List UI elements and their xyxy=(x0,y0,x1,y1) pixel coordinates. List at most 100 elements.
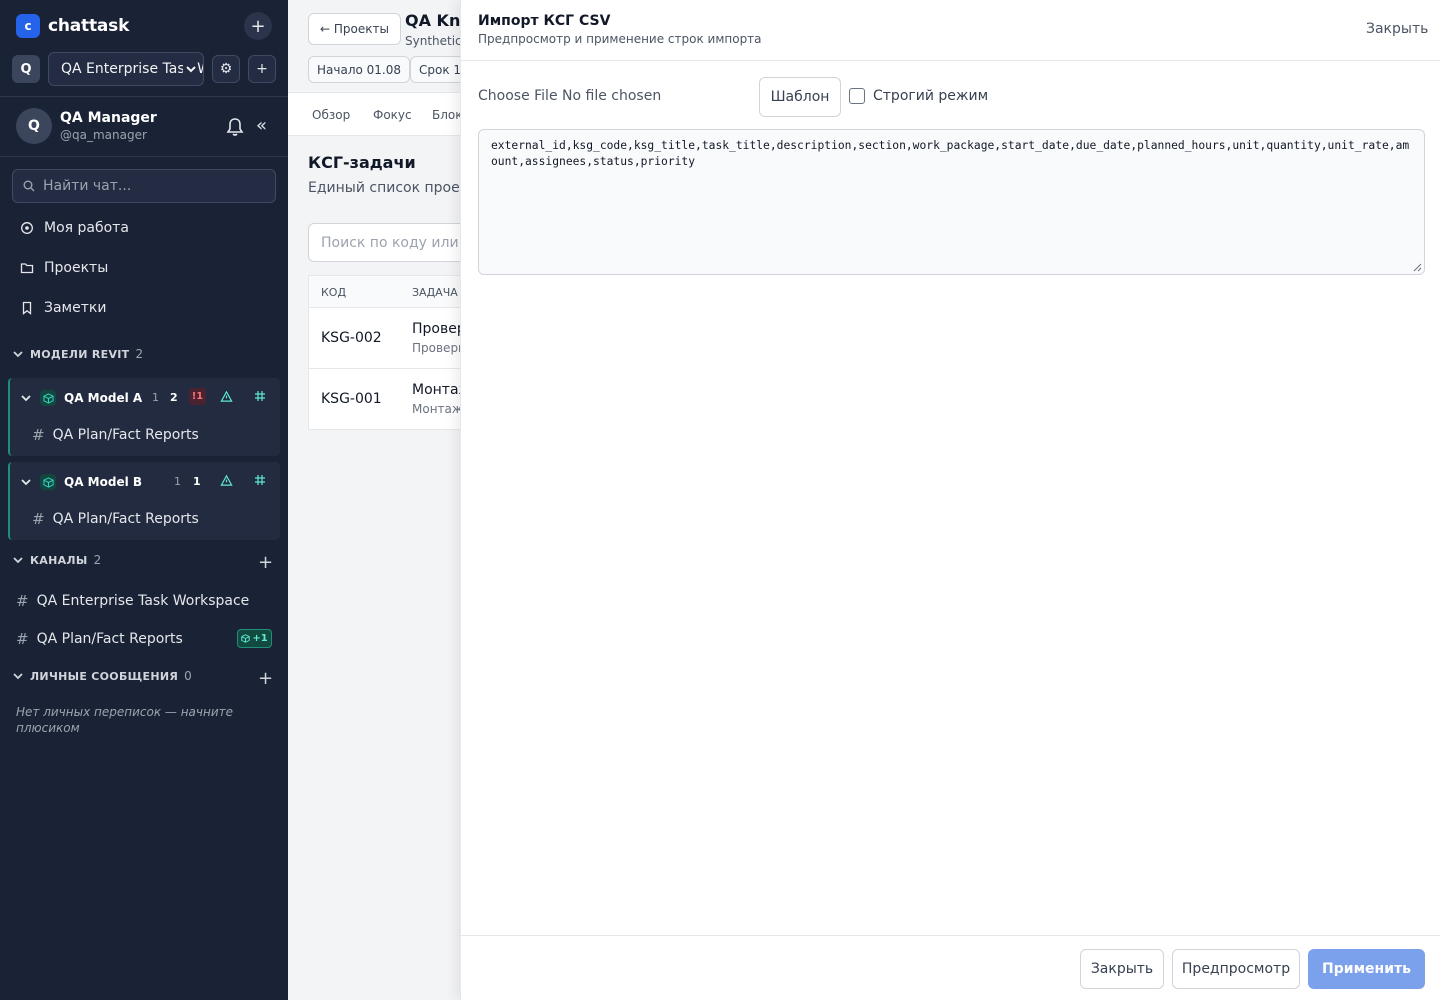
section-channels[interactable]: КАНАЛЫ 2 xyxy=(12,553,102,567)
row-code: KSG-001 xyxy=(321,391,382,407)
row-task: Провер xyxy=(412,321,466,337)
search-icon xyxy=(23,180,35,192)
channel-name: QA Plan/Fact Reports xyxy=(52,511,199,527)
grid-icon[interactable] xyxy=(254,390,266,402)
tab-blockers[interactable]: Блок xyxy=(432,108,463,122)
section-subtitle: Единый список проект xyxy=(308,180,477,196)
nav-my-work[interactable]: Моя работа xyxy=(20,220,129,236)
collapse-sidebar-icon[interactable]: « xyxy=(256,117,267,135)
column-header-code[interactable]: Код xyxy=(321,286,346,299)
plus-icon: + xyxy=(258,668,274,689)
workspace-avatar[interactable]: Q xyxy=(12,55,40,83)
divider xyxy=(0,96,288,97)
cube-icon xyxy=(241,634,251,643)
nav-label: Проекты xyxy=(44,260,109,276)
revit-model-name: QA Model A xyxy=(64,391,143,405)
row-desc: Монтаж xyxy=(412,402,463,416)
revit-model-header[interactable]: QA Model B xyxy=(20,474,142,490)
cube-icon xyxy=(40,390,56,406)
channel-item[interactable]: # QA Enterprise Task Workspace xyxy=(16,592,249,610)
divider xyxy=(0,156,288,157)
row-desc: Проверк xyxy=(412,341,466,355)
column-header-task[interactable]: Задача xyxy=(412,286,458,299)
dm-empty-state: Нет личных переписок — начните плюсиком xyxy=(16,705,234,735)
section-count: 0 xyxy=(184,669,193,683)
tab-focus[interactable]: Фокус xyxy=(373,108,412,122)
triangle-alert-icon[interactable] xyxy=(220,390,233,403)
tab-overview[interactable]: Обзор xyxy=(312,108,350,122)
channel-name: QA Enterprise Task Workspace xyxy=(36,593,250,609)
triangle-alert-icon[interactable] xyxy=(220,474,233,487)
drawer-footer: Закрыть Предпросмотр Применить xyxy=(461,935,1440,1000)
grid-icon[interactable] xyxy=(254,474,266,486)
section-title: КАНАЛЫ xyxy=(30,553,88,567)
app-name: chattask xyxy=(48,16,130,36)
hash-icon: # xyxy=(32,426,45,444)
user-avatar: Q xyxy=(16,108,52,144)
cube-icon xyxy=(40,474,56,490)
back-to-projects-button[interactable]: ← Проекты xyxy=(308,13,401,45)
hash-icon: # xyxy=(16,630,29,648)
chevron-down-icon xyxy=(20,392,32,404)
close-drawer-link[interactable]: Закрыть xyxy=(1366,21,1428,37)
model-count-2: 2 xyxy=(170,391,178,404)
bookmark-icon xyxy=(20,301,34,315)
model-warning-badge: !1 xyxy=(189,388,206,405)
nav-projects[interactable]: Проекты xyxy=(20,260,108,276)
revit-model-card[interactable]: QA Model B 1 1 # QA Plan/Fact Reports xyxy=(8,462,280,540)
workspace-row: Q QA Enterprise Task Workspace ⚙ + xyxy=(12,52,276,86)
preview-button[interactable]: Предпросмотр xyxy=(1172,949,1300,989)
drawer-header: Импорт КСГ CSV Предпросмотр и применение… xyxy=(461,0,1440,61)
chat-search-input[interactable]: Найти чат... xyxy=(12,169,276,203)
folder-icon xyxy=(20,261,34,275)
section-title: ЛИЧНЫЕ СООБЩЕНИЯ xyxy=(30,669,179,683)
chevron-down-icon xyxy=(12,348,24,360)
hash-icon: # xyxy=(32,510,45,528)
app-logo: c xyxy=(16,14,40,38)
new-chat-button[interactable]: + xyxy=(244,12,272,40)
plus-icon: + xyxy=(250,15,266,37)
user-handle: @qa_manager xyxy=(60,128,147,142)
model-link-badge[interactable]: +1 xyxy=(237,629,272,648)
chevron-down-icon xyxy=(12,670,24,682)
add-dm-button[interactable]: + xyxy=(258,670,273,688)
channel-item[interactable]: # QA Plan/Fact Reports xyxy=(16,630,183,648)
sidebar: c chattask + Q QA Enterprise Task Worksp… xyxy=(0,0,288,1000)
workspace-settings-button[interactable]: ⚙ xyxy=(212,55,240,83)
project-subtitle: Synthetic xyxy=(405,34,462,48)
revit-model-card[interactable]: QA Model A 1 2 !1 # QA Plan/Fact Reports xyxy=(8,378,280,456)
close-button[interactable]: Закрыть xyxy=(1080,949,1164,989)
chevron-down-icon xyxy=(20,476,32,488)
chevron-down-icon xyxy=(12,554,24,566)
model-channel-link[interactable]: # QA Plan/Fact Reports xyxy=(32,426,199,444)
bell-icon[interactable] xyxy=(226,117,244,137)
drawer-title: Импорт КСГ CSV xyxy=(478,13,611,29)
row-code: KSG-002 xyxy=(321,330,382,346)
file-input[interactable]: Choose File No file chosen xyxy=(478,88,661,104)
csv-textarea[interactable]: external_id,ksg_code,ksg_title,task_titl… xyxy=(478,129,1425,275)
section-count: 2 xyxy=(135,347,144,361)
revit-model-header[interactable]: QA Model A xyxy=(20,390,142,406)
csv-text: external_id,ksg_code,ksg_title,task_titl… xyxy=(491,139,1410,168)
section-title: МОДЕЛИ REVIT xyxy=(30,347,130,361)
section-direct-messages[interactable]: ЛИЧНЫЕ СООБЩЕНИЯ 0 xyxy=(12,669,192,683)
start-date-chip: Начало 01.08 xyxy=(308,56,410,83)
add-workspace-button[interactable]: + xyxy=(248,55,276,83)
nav-notes[interactable]: Заметки xyxy=(20,300,106,316)
plus-icon: + xyxy=(258,552,274,573)
user-profile[interactable]: Q QA Manager @qa_manager xyxy=(16,108,157,144)
template-button[interactable]: Шаблон xyxy=(759,77,841,117)
model-channel-link[interactable]: # QA Plan/Fact Reports xyxy=(32,510,199,528)
section-revit-models[interactable]: МОДЕЛИ REVIT 2 xyxy=(12,347,143,361)
apply-button[interactable]: Применить xyxy=(1308,949,1425,989)
strict-mode-checkbox[interactable] xyxy=(849,88,865,104)
strict-mode-toggle[interactable]: Строгий режим xyxy=(849,88,988,104)
resize-handle-icon[interactable] xyxy=(1413,263,1422,272)
workspace-select[interactable]: QA Enterprise Task Workspace xyxy=(48,52,204,86)
add-channel-button[interactable]: + xyxy=(258,554,273,572)
chevron-down-icon xyxy=(183,62,197,76)
brand[interactable]: c chattask xyxy=(16,14,129,38)
chat-search-placeholder: Найти чат... xyxy=(43,178,132,194)
section-count: 2 xyxy=(93,553,102,567)
model-count-1: 1 xyxy=(152,391,159,404)
